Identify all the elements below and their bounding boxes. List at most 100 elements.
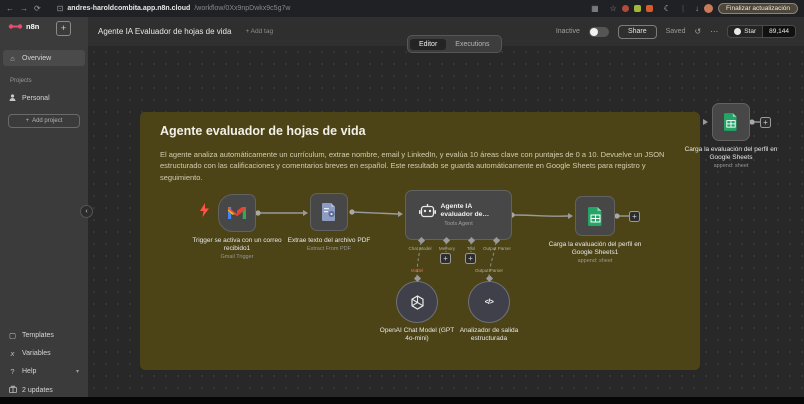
node-gmail-trigger[interactable] bbox=[218, 194, 256, 232]
share-button[interactable]: Share bbox=[617, 24, 657, 39]
node-output-parser[interactable]: </> bbox=[468, 281, 510, 323]
node-label-gmail-trigger: Trigger se activa con un correo recibido… bbox=[192, 237, 282, 261]
sidebar-item-label: Overview bbox=[22, 54, 52, 62]
divider: | bbox=[681, 4, 685, 13]
inactive-label: Inactive bbox=[555, 28, 580, 35]
node-extract-pdf[interactable] bbox=[310, 193, 348, 231]
new-workflow-button[interactable]: + bbox=[56, 21, 71, 36]
port-label-chat-model: Chat Model bbox=[408, 246, 432, 251]
sidebar-item-overview[interactable]: ⌂ Overview bbox=[3, 50, 85, 66]
sidebar-collapse-button[interactable]: ‹ bbox=[80, 205, 93, 218]
browser-chrome: ← → ⟳ ⊡ andres-haroldcombita.app.n8n.clo… bbox=[0, 0, 804, 17]
gmail-icon bbox=[228, 207, 246, 219]
sidebar-item-label: Personal bbox=[22, 94, 50, 102]
browser-toolbar-icons: ▦ ☆ ☾ | ↓ Finalizar actualización bbox=[585, 3, 804, 14]
add-memory-button[interactable]: + bbox=[440, 253, 451, 264]
trigger-bolt-icon bbox=[200, 203, 209, 217]
sidebar-item-updates[interactable]: 2 updates bbox=[3, 382, 85, 398]
model-port-label: Model bbox=[410, 268, 424, 273]
active-toggle[interactable] bbox=[588, 26, 609, 37]
forward-icon[interactable]: → bbox=[20, 4, 28, 13]
sidebar-item-label: 2 updates bbox=[22, 386, 53, 394]
toggle-knob bbox=[589, 27, 598, 36]
pdf-file-icon bbox=[322, 203, 335, 221]
sidebar-item-templates[interactable]: ▢ Templates bbox=[3, 327, 85, 343]
node-label-openai: OpenAI Chat Model (GPT 4o-mini) bbox=[379, 327, 455, 343]
extension-icon-orange[interactable] bbox=[645, 5, 653, 12]
node-google-sheets-detached[interactable] bbox=[712, 103, 750, 141]
home-icon: ⌂ bbox=[10, 53, 15, 63]
download-icon[interactable]: ↓ bbox=[695, 4, 699, 13]
screen: ← → ⟳ ⊡ andres-haroldcombita.app.n8n.clo… bbox=[0, 0, 804, 404]
saved-status: Saved bbox=[665, 28, 686, 35]
add-next-node-button-detached[interactable]: + bbox=[760, 116, 771, 128]
node-label-google-sheets-detached: Carga la evaluación del perfil en Google… bbox=[684, 146, 778, 170]
robot-icon bbox=[418, 204, 436, 218]
github-star-widget[interactable]: Star 89,144 bbox=[727, 25, 796, 38]
node-label-extract-pdf: Extrae texto del archivo PDF Extract Fro… bbox=[287, 237, 371, 253]
sidebar-item-personal[interactable]: Personal bbox=[3, 90, 85, 106]
openai-icon bbox=[410, 294, 424, 310]
brand-name: n8n bbox=[26, 22, 40, 31]
extension-icon-green[interactable] bbox=[633, 5, 641, 12]
n8n-logo-icon bbox=[8, 24, 23, 29]
sidebar-item-label: Variables bbox=[22, 349, 51, 357]
sticky-note-title: Agente evaluador de hojas de vida bbox=[160, 124, 366, 138]
more-options-icon[interactable]: ⋯ bbox=[710, 27, 718, 36]
agent-node-title: Agente IA evaluador de… bbox=[440, 202, 490, 218]
gift-icon bbox=[8, 385, 17, 395]
variable-icon: x bbox=[10, 348, 15, 358]
undo-icon[interactable]: ↺ bbox=[694, 27, 701, 36]
person-icon bbox=[8, 93, 17, 103]
chrome-update-button[interactable]: Finalizar actualización bbox=[718, 3, 798, 14]
port-label-memory: Memory bbox=[438, 246, 456, 251]
star-count: 89,144 bbox=[762, 26, 795, 37]
tab-groups-icon[interactable]: ▦ bbox=[591, 4, 599, 13]
n8n-logo[interactable]: n8n bbox=[8, 22, 39, 31]
github-icon bbox=[734, 28, 742, 35]
node-label-output-parser: Analizador de salida estructurada bbox=[459, 327, 519, 343]
node-openai-chat-model[interactable] bbox=[396, 281, 438, 323]
add-tool-button[interactable]: + bbox=[465, 253, 476, 264]
workflow-title[interactable]: Agente IA Evaluador de hojas de vida bbox=[98, 27, 231, 36]
tab-executions[interactable]: Executions bbox=[446, 39, 498, 50]
code-icon: </> bbox=[484, 298, 494, 306]
port-label-output-parser: Output Parser bbox=[482, 246, 512, 251]
sidebar-item-variables[interactable]: x Variables bbox=[3, 345, 85, 361]
site-settings-icon[interactable]: ⊡ bbox=[57, 4, 64, 13]
reload-icon[interactable]: ⟳ bbox=[34, 4, 41, 13]
sticky-note-body: El agente analiza automáticamente un cur… bbox=[160, 150, 665, 182]
plus-icon: + bbox=[25, 118, 30, 124]
google-sheets-icon bbox=[724, 113, 737, 131]
node-ai-agent[interactable]: Agente IA evaluador de… Tools Agent bbox=[405, 190, 512, 240]
add-next-node-button[interactable]: + bbox=[629, 210, 640, 222]
chevron-down-icon: ▾ bbox=[75, 368, 79, 375]
sidebar: n8n + ⌂ Overview Projects Personal + Add… bbox=[0, 17, 88, 397]
node-label-google-sheets-1: Carga la evaluación del perfil en Google… bbox=[548, 241, 642, 265]
sidebar-item-label: Templates bbox=[22, 331, 54, 339]
url-path: /workflow/0Xx9npDwkx9c5g7w bbox=[194, 5, 291, 12]
projects-section-label: Projects bbox=[10, 78, 32, 84]
box-icon: ▢ bbox=[8, 330, 17, 340]
sidebar-item-help[interactable]: ? Help ▾ bbox=[3, 363, 85, 379]
browser-profile-avatar[interactable] bbox=[704, 4, 714, 13]
help-icon: ? bbox=[10, 366, 15, 376]
sidebar-item-label: Help bbox=[22, 367, 37, 375]
extension-icon-moon[interactable]: ☾ bbox=[664, 4, 671, 13]
output-parser-port-label: Output Parser bbox=[474, 268, 504, 273]
url-domain: andres-haroldcombita.app.n8n.cloud bbox=[67, 5, 191, 12]
port-label-tool: Tool bbox=[466, 246, 476, 251]
agent-node-subtitle: Tools Agent bbox=[444, 221, 473, 228]
star-label: Star bbox=[744, 28, 757, 35]
extension-icon-red[interactable] bbox=[621, 5, 629, 12]
bottom-bar bbox=[0, 397, 804, 404]
back-icon[interactable]: ← bbox=[6, 4, 14, 13]
bookmark-star-icon[interactable]: ☆ bbox=[610, 4, 617, 13]
view-tabs: Editor Executions bbox=[407, 35, 502, 53]
add-project-button[interactable]: + Add project bbox=[8, 114, 80, 128]
tab-editor[interactable]: Editor bbox=[410, 38, 447, 50]
add-tag-button[interactable]: + Add tag bbox=[245, 28, 273, 35]
address-bar[interactable]: ⊡ andres-haroldcombita.app.n8n.cloud/wor… bbox=[51, 4, 291, 13]
google-sheets-icon bbox=[587, 206, 601, 226]
node-google-sheets-1[interactable] bbox=[575, 196, 615, 236]
